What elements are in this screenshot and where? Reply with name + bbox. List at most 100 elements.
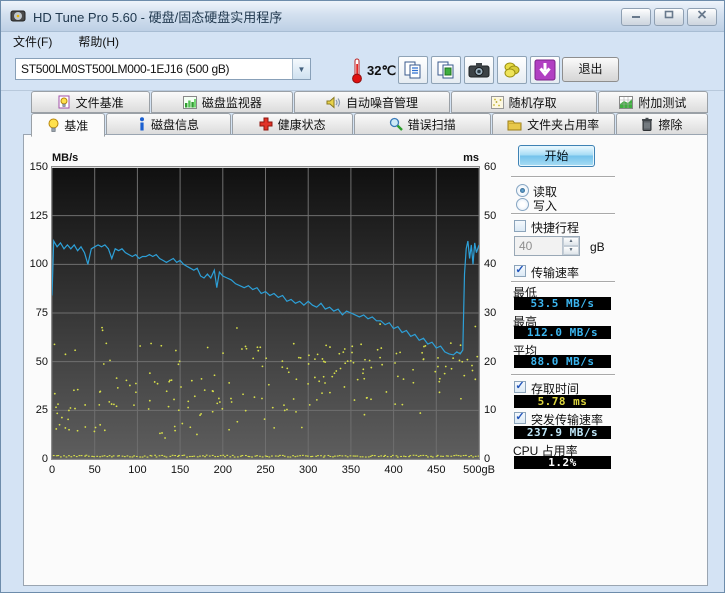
random-access-icon (491, 96, 504, 109)
y-left-tick: 150 (24, 161, 48, 173)
x-tick: 450 (427, 464, 445, 476)
x-tick: 500gB (463, 464, 495, 476)
tab-label: 附加测试 (638, 94, 686, 111)
close-button[interactable] (687, 8, 717, 26)
x-tick: 400 (384, 464, 402, 476)
drive-selector[interactable]: ST500LM0ST500LM000-1EJ16 (500 gB) ▼ (15, 58, 311, 80)
screenshot-button[interactable] (464, 56, 494, 84)
benchmark-chart (52, 167, 479, 459)
tab-row-secondary: 文件基准 磁盘监视器 自动噪音管理 随机存取 附加测试 (31, 91, 708, 113)
x-tick: 150 (171, 464, 189, 476)
tab-aam[interactable]: 自动噪音管理 (294, 91, 449, 113)
short-stroke-checkbox[interactable] (514, 220, 526, 232)
magnifier-icon (389, 117, 403, 131)
tab-label: 健康状态 (278, 116, 326, 133)
tab-health[interactable]: 健康状态 (232, 113, 353, 135)
burst-rate-checkbox[interactable] (514, 412, 526, 424)
x-tick: 300 (299, 464, 317, 476)
x-tick: 100 (128, 464, 146, 476)
y-right-tick: 10 (484, 404, 496, 416)
camera-icon (468, 61, 490, 79)
stepper-down-icon: ▼ (563, 246, 579, 255)
copy-image-button[interactable] (431, 56, 461, 84)
download-icon (534, 59, 556, 81)
file-benchmark-icon (58, 95, 71, 109)
write-radio[interactable] (516, 198, 529, 211)
tab-random-access[interactable]: 随机存取 (451, 91, 597, 113)
temperature-value: 32℃ (367, 63, 396, 79)
x-tick: 350 (342, 464, 360, 476)
x-tick: 250 (256, 464, 274, 476)
y-left-tick: 25 (24, 404, 48, 416)
title-bar: HD Tune Pro 5.60 - 硬盘/固态硬盘实用程序 (1, 1, 724, 32)
window-title: HD Tune Pro 5.60 - 硬盘/固态硬盘实用程序 (33, 7, 282, 26)
chevron-down-icon[interactable]: ▼ (292, 59, 310, 79)
y-left-tick: 0 (24, 453, 48, 465)
y-left-axis-unit: MB/s (52, 152, 78, 164)
speaker-icon (326, 96, 341, 109)
transfer-rate-label[interactable]: 传输速率 (531, 264, 579, 281)
y-right-tick: 60 (484, 161, 496, 173)
short-stroke-stepper[interactable]: ▲▼ (562, 237, 579, 255)
tab-benchmark[interactable]: 基准 (31, 113, 105, 137)
transfer-rate-checkbox[interactable] (514, 265, 526, 277)
y-right-axis-unit: ms (456, 152, 479, 164)
toolbar: ST500LM0ST500LM000-1EJ16 (500 gB) ▼ 32℃ … (1, 51, 724, 91)
read-radio[interactable] (516, 184, 529, 197)
access-time-value: 5.78 ms (514, 395, 611, 408)
tab-file-benchmark[interactable]: 文件基准 (31, 91, 150, 113)
extra-tests-icon (619, 96, 633, 109)
info-icon (138, 117, 146, 131)
tab-disk-info[interactable]: 磁盘信息 (106, 113, 230, 135)
y-left-tick: 75 (24, 307, 48, 319)
short-stroke-input-group: ▲▼ (514, 236, 580, 256)
menu-help[interactable]: 帮助(H) (74, 32, 123, 51)
x-tick: 0 (49, 464, 55, 476)
copy-text-button[interactable] (398, 56, 428, 84)
tab-extra-tests[interactable]: 附加测试 (598, 91, 708, 113)
minimize-button[interactable] (621, 8, 651, 26)
y-left-tick: 125 (24, 210, 48, 222)
write-radio-label[interactable]: 写入 (533, 197, 557, 214)
coins-icon (502, 60, 522, 80)
short-stroke-label[interactable]: 快捷行程 (531, 219, 579, 236)
x-tick: 200 (214, 464, 232, 476)
folder-icon (507, 118, 522, 131)
min-value: 53.5 MB/s (514, 297, 611, 310)
tab-folder-usage[interactable]: 文件夹占用率 (492, 113, 615, 135)
burst-rate-value: 237.9 MB/s (514, 426, 611, 439)
tab-erase[interactable]: 擦除 (616, 113, 708, 135)
tab-error-scan[interactable]: 错误扫描 (354, 113, 491, 135)
maximize-button[interactable] (654, 8, 684, 26)
access-time-checkbox[interactable] (514, 381, 526, 393)
tab-label: 自动噪音管理 (346, 94, 418, 111)
exit-button[interactable]: 退出 (562, 57, 619, 82)
y-right-tick: 30 (484, 307, 496, 319)
start-button[interactable]: 开始 (518, 145, 595, 167)
save-capture-button[interactable] (530, 56, 560, 84)
tab-label: 错误扫描 (408, 116, 456, 133)
y-right-tick: 50 (484, 210, 496, 222)
menu-bar: 文件(F) 帮助(H) (1, 31, 724, 51)
trash-icon (641, 117, 653, 131)
tab-disk-monitor[interactable]: 磁盘监视器 (151, 91, 293, 113)
thermometer-icon (350, 57, 364, 89)
y-right-tick: 40 (484, 258, 496, 270)
tab-label: 文件基准 (76, 94, 124, 111)
tab-label: 磁盘信息 (151, 116, 199, 133)
short-stroke-input[interactable] (515, 237, 562, 255)
tab-label: 擦除 (658, 116, 682, 133)
hdtune-window: HD Tune Pro 5.60 - 硬盘/固态硬盘实用程序 文件(F) 帮助(… (0, 0, 725, 593)
disk-monitor-icon (183, 96, 197, 109)
health-cross-icon (259, 117, 273, 131)
short-stroke-unit: gB (590, 240, 605, 254)
y-left-tick: 50 (24, 356, 48, 368)
tab-label: 基准 (64, 117, 88, 134)
copy-text-icon (403, 60, 423, 80)
export-button[interactable] (497, 56, 527, 84)
copy-image-icon (436, 60, 456, 80)
avg-value: 88.0 MB/s (514, 355, 611, 368)
tab-row-primary: 基准 磁盘信息 健康状态 错误扫描 文件夹占用率 擦除 (31, 113, 708, 135)
x-tick: 50 (89, 464, 101, 476)
menu-file[interactable]: 文件(F) (9, 32, 56, 51)
